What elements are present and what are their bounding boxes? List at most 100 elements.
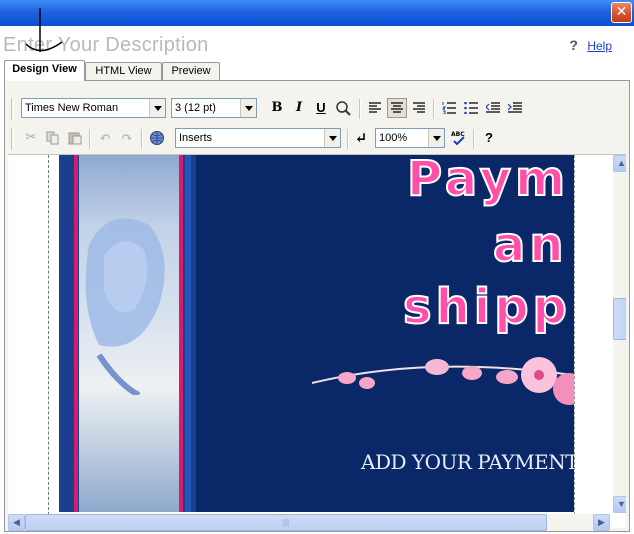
font-size-select[interactable]: 3 (12 pt) [171,98,257,118]
toolbar-grip[interactable] [11,98,14,120]
rose-strip [59,155,196,512]
page-boundary [574,155,575,515]
italic-icon: I [295,100,303,115]
paste-button[interactable] [65,128,85,148]
align-left-icon [369,102,381,113]
font-size-value: 3 (12 pt) [175,102,216,114]
inserts-select[interactable]: Inserts [175,128,341,148]
toolbar-separator [433,99,435,119]
help-icon: ? [569,37,578,53]
editor-panel: Times New Roman 3 (12 pt) B I U ✂ ↶ ↷ In… [4,80,630,532]
strip-border [185,155,191,512]
outdent-button[interactable] [483,98,503,118]
scroll-left-button[interactable]: ◀ [8,514,25,531]
chevron-left-icon: ◀ [13,517,20,527]
page-boundary [48,155,49,515]
chevron-up-icon: ▲ [617,158,626,168]
cut-icon: ✂ [25,130,37,145]
scroll-down-button[interactable]: ▼ [613,496,626,513]
zoom-select[interactable]: 100% [375,128,445,148]
chevron-down-icon[interactable] [428,129,444,147]
close-button[interactable]: ✕ [611,2,632,23]
underline-icon: U [316,100,326,115]
cut-button[interactable]: ✂ [21,128,41,148]
indent-icon [507,102,522,113]
font-family-value: Times New Roman [25,102,119,114]
align-left-button[interactable] [365,98,385,118]
bulleted-list-button[interactable] [461,98,481,118]
italic-button[interactable]: I [289,98,309,118]
help-button[interactable]: ? [479,128,499,148]
numbered-list-icon [441,102,456,115]
toolbar-separator [347,129,349,149]
banner-heading-line1: Paym [406,155,570,208]
banner-heading-line2: an [492,216,568,274]
copy-button[interactable] [43,128,63,148]
copy-icon [46,131,59,145]
insert-link-button[interactable] [147,128,167,148]
align-center-icon [391,102,403,113]
toolbar-separator [473,129,475,149]
undo-button[interactable]: ↶ [95,128,115,148]
align-right-button[interactable] [409,98,429,118]
highlight-icon [336,101,351,116]
inserts-value: Inserts [179,132,213,144]
font-family-select[interactable]: Times New Roman [21,98,166,118]
highlight-button[interactable] [333,98,353,118]
chevron-down-icon: ▼ [617,499,626,509]
bold-button[interactable]: B [267,98,287,118]
chevron-down-icon[interactable] [324,129,340,147]
line-break-button[interactable]: ↵ [351,128,371,148]
enter-icon: ↵ [354,129,368,147]
globe-icon [150,131,164,145]
redo-icon: ↷ [121,130,133,146]
close-icon: ✕ [615,4,628,20]
rose-icon [85,218,165,395]
align-center-button[interactable] [387,98,407,118]
chevron-right-icon: ▶ [598,517,605,527]
tab-html-view[interactable]: HTML View [85,62,162,80]
align-right-icon [413,102,425,113]
vertical-scrollbar[interactable]: ▲ ▼ [613,155,626,513]
toolbar-separator [141,129,143,149]
tab-design-view[interactable]: Design View [4,60,85,81]
zoom-value: 100% [379,132,408,144]
outdent-icon [485,102,500,113]
chevron-down-icon[interactable] [240,99,256,117]
scroll-up-button[interactable]: ▲ [613,155,626,172]
toolbar-grip[interactable] [11,128,14,150]
banner-heading-line3: shipp [402,278,571,336]
title-bar: ✕ [0,0,634,26]
numbered-list-button[interactable] [439,98,459,118]
strip-border [179,155,183,512]
scroll-right-button[interactable]: ▶ [593,514,610,531]
toolbar-separator [89,129,91,149]
indent-button[interactable] [505,98,525,118]
cherry-blossom-icon [311,357,574,405]
chevron-down-icon[interactable] [149,99,165,117]
horizontal-scroll-thumb[interactable]: ||| [25,514,547,531]
help-icon: ? [485,130,493,145]
spellcheck-icon: ABC [451,131,465,146]
spellcheck-button[interactable]: ABC [449,128,469,148]
payment-banner-image: Paym an shipp ADD YOUR PAYMENT AND S [59,155,574,512]
bulleted-list-icon [464,101,478,115]
design-canvas[interactable]: Paym an shipp ADD YOUR PAYMENT AND S [8,154,626,528]
toolbar-separator [359,99,361,119]
undo-icon: ↶ [99,130,111,146]
tab-preview[interactable]: Preview [162,62,220,80]
edit-toolbar: ✂ ↶ ↷ Inserts ↵ 100% ABC ? [9,125,625,153]
horizontal-scrollbar[interactable]: ◀ ||| ▶ [8,514,610,531]
help-link-group[interactable]: ? Help [569,37,612,53]
formatting-toolbar: Times New Roman 3 (12 pt) B I U [9,95,625,123]
vertical-scroll-thumb[interactable] [613,298,626,340]
arrow-annotation-icon [25,8,63,52]
editor-window: ✕ Enter Your Description ? Help Design V… [0,0,634,534]
redo-button[interactable]: ↷ [117,128,137,148]
underline-button[interactable]: U [311,98,331,118]
paste-icon [68,132,82,145]
banner-footer-text: ADD YOUR PAYMENT AND S [361,450,574,474]
bold-icon: B [271,100,283,115]
help-link[interactable]: Help [587,39,612,53]
strip-border [74,155,78,512]
